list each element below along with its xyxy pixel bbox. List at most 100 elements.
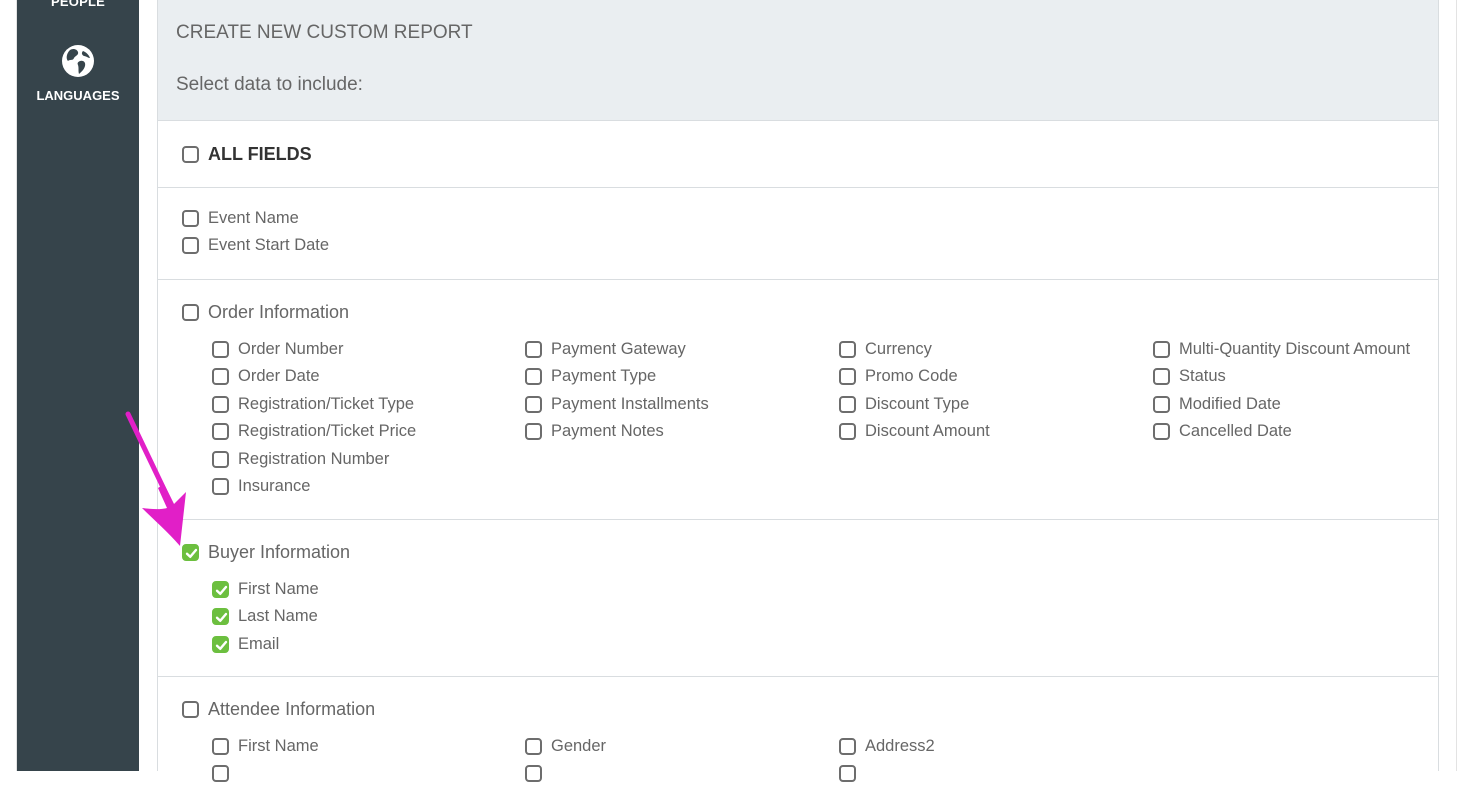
attendee-partial-checkbox[interactable] <box>839 765 856 782</box>
checkbox-box[interactable] <box>182 210 199 227</box>
order-date-checkbox[interactable]: Order Date <box>212 367 320 386</box>
event-name-checkbox[interactable]: Event Name <box>182 209 299 228</box>
checkbox-label: Registration Number <box>238 450 390 468</box>
multi-quantity-discount-checkbox[interactable]: Multi-Quantity Discount Amount <box>1153 340 1410 359</box>
checkbox-box[interactable] <box>212 765 229 782</box>
registration-ticket-price-checkbox[interactable]: Registration/Ticket Price <box>212 422 416 441</box>
checkbox-box[interactable] <box>839 368 856 385</box>
event-section: Event Name Event Start Date <box>158 188 1438 280</box>
attendee-gender-checkbox[interactable]: Gender <box>525 737 606 756</box>
checkbox-box[interactable] <box>525 423 542 440</box>
checkbox-label: Status <box>1179 367 1226 385</box>
attendee-partial-checkbox[interactable] <box>525 765 542 782</box>
checkbox-box[interactable] <box>839 341 856 358</box>
order-number-checkbox[interactable]: Order Number <box>212 340 343 359</box>
checkbox-box[interactable] <box>182 701 199 718</box>
checkbox-label: Event Name <box>208 209 299 227</box>
checkbox-box[interactable] <box>212 368 229 385</box>
buyer-section: Buyer Information First Name Last Name E… <box>158 520 1438 677</box>
checkbox-label: Last Name <box>238 607 318 625</box>
checkbox-box[interactable] <box>1153 423 1170 440</box>
event-start-date-checkbox[interactable]: Event Start Date <box>182 236 329 255</box>
checkbox-label: Payment Installments <box>551 395 709 413</box>
checkbox-label: Insurance <box>238 477 311 495</box>
page-title: CREATE NEW CUSTOM REPORT <box>176 22 473 43</box>
all-fields-section: ALL FIELDS <box>158 121 1438 188</box>
checkbox-box[interactable] <box>525 396 542 413</box>
checkbox-box[interactable] <box>525 765 542 782</box>
sidebar-item-people[interactable]: PEOPLE <box>17 0 139 9</box>
globe-icon[interactable] <box>61 44 95 78</box>
checkbox-box[interactable] <box>1153 341 1170 358</box>
currency-checkbox[interactable]: Currency <box>839 340 932 359</box>
attendee-address2-checkbox[interactable]: Address2 <box>839 737 935 756</box>
checkbox-box[interactable] <box>182 146 199 163</box>
registration-ticket-type-checkbox[interactable]: Registration/Ticket Type <box>212 395 414 414</box>
payment-installments-checkbox[interactable]: Payment Installments <box>525 395 709 414</box>
checkmark-icon <box>215 640 228 650</box>
checkbox-box[interactable] <box>212 423 229 440</box>
registration-number-checkbox[interactable]: Registration Number <box>212 450 389 469</box>
attendee-information-checkbox[interactable]: Attendee Information <box>182 699 375 720</box>
checkbox-label: First Name <box>238 580 319 598</box>
checkbox-box-checked[interactable] <box>212 581 229 598</box>
checkbox-label: Order Number <box>238 340 344 358</box>
checkbox-box[interactable] <box>839 396 856 413</box>
checkbox-label: Gender <box>551 737 607 755</box>
checkbox-label: Payment Notes <box>551 422 664 440</box>
insurance-checkbox[interactable]: Insurance <box>212 477 310 496</box>
discount-type-checkbox[interactable]: Discount Type <box>839 395 969 414</box>
checkbox-label: Email <box>238 635 280 653</box>
checkbox-label: Payment Gateway <box>551 340 686 358</box>
checkbox-box[interactable] <box>182 237 199 254</box>
payment-type-checkbox[interactable]: Payment Type <box>525 367 656 386</box>
checkbox-label: Discount Amount <box>865 422 990 440</box>
checkbox-label: First Name <box>238 737 319 755</box>
checkbox-box-checked[interactable] <box>212 636 229 653</box>
checkbox-box[interactable] <box>525 368 542 385</box>
attendee-partial-checkbox[interactable] <box>212 765 229 782</box>
checkbox-box[interactable] <box>525 341 542 358</box>
checkbox-label: Payment Type <box>551 367 657 385</box>
modified-date-checkbox[interactable]: Modified Date <box>1153 395 1281 414</box>
checkbox-box[interactable] <box>212 451 229 468</box>
buyer-email-checkbox[interactable]: Email <box>212 635 279 654</box>
checkbox-label: Currency <box>865 340 932 358</box>
payment-notes-checkbox[interactable]: Payment Notes <box>525 422 664 441</box>
checkbox-box[interactable] <box>212 478 229 495</box>
checkbox-label: Order Date <box>238 367 320 385</box>
status-checkbox[interactable]: Status <box>1153 367 1226 386</box>
checkbox-box[interactable] <box>1153 396 1170 413</box>
buyer-first-name-checkbox[interactable]: First Name <box>212 580 319 599</box>
checkbox-box[interactable] <box>839 738 856 755</box>
checkbox-box[interactable] <box>839 423 856 440</box>
sidebar: PEOPLE LANGUAGES <box>17 0 139 771</box>
checkbox-box[interactable] <box>182 304 199 321</box>
all-fields-checkbox[interactable]: ALL FIELDS <box>182 144 312 165</box>
attendee-first-name-checkbox[interactable]: First Name <box>212 737 319 756</box>
order-section: Order Information Order Number Order Dat… <box>158 280 1438 520</box>
checkbox-box-checked[interactable] <box>212 608 229 625</box>
payment-gateway-checkbox[interactable]: Payment Gateway <box>525 340 686 359</box>
checkbox-label: Registration/Ticket Type <box>238 395 415 413</box>
checkbox-label: Cancelled Date <box>1179 422 1292 440</box>
checkbox-box[interactable] <box>525 738 542 755</box>
sidebar-item-languages[interactable]: LANGUAGES <box>17 88 139 103</box>
cancelled-date-checkbox[interactable]: Cancelled Date <box>1153 422 1292 441</box>
checkbox-box[interactable] <box>212 341 229 358</box>
annotation-arrow-icon <box>125 411 186 546</box>
checkbox-box[interactable] <box>212 738 229 755</box>
checkbox-label: Multi-Quantity Discount Amount <box>1179 340 1411 358</box>
checkbox-label: Modified Date <box>1179 395 1281 413</box>
checkbox-label: Buyer Information <box>208 542 351 562</box>
order-information-checkbox[interactable]: Order Information <box>182 302 349 323</box>
buyer-information-checkbox[interactable]: Buyer Information <box>182 542 350 563</box>
checkbox-label: Order Information <box>208 302 350 322</box>
buyer-last-name-checkbox[interactable]: Last Name <box>212 607 318 626</box>
checkbox-box[interactable] <box>1153 368 1170 385</box>
promo-code-checkbox[interactable]: Promo Code <box>839 367 958 386</box>
custom-report-panel: CREATE NEW CUSTOM REPORT Select data to … <box>157 0 1439 782</box>
discount-amount-checkbox[interactable]: Discount Amount <box>839 422 990 441</box>
checkbox-box[interactable] <box>212 396 229 413</box>
checkbox-box[interactable] <box>839 765 856 782</box>
